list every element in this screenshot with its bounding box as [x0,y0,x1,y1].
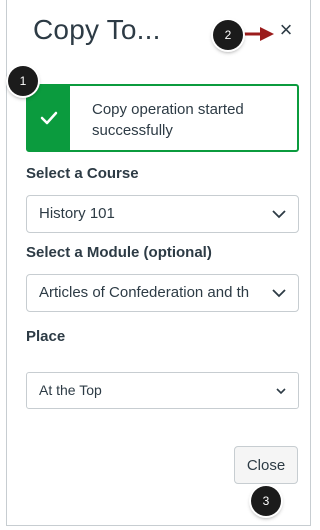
alert-icon-area [28,86,70,150]
place-select[interactable]: At the Top [26,372,299,409]
success-alert: Copy operation started successfully [26,84,299,152]
alert-message: Copy operation started successfully [92,101,244,139]
callout-marker-1: 1 [8,66,38,96]
chevron-down-icon [272,289,286,298]
dialog-title: Copy To... [33,14,161,45]
chevron-down-icon [272,210,286,219]
course-label: Select a Course [26,165,139,182]
module-select-value: Articles of Confederation and th [39,284,250,301]
module-select[interactable]: Articles of Confederation and th [26,274,299,312]
chevron-down-icon [276,387,286,394]
close-button[interactable]: Close [234,446,298,484]
module-label: Select a Module (optional) [26,244,212,261]
close-icon[interactable]: × [276,19,296,41]
course-select-value: History 101 [39,205,115,222]
callout-marker-3: 3 [251,486,281,516]
checkmark-icon [40,111,58,125]
place-label: Place [26,328,66,345]
place-select-value: At the Top [39,382,102,398]
course-select[interactable]: History 101 [26,195,299,233]
callout-marker-2: 2 [213,20,243,50]
